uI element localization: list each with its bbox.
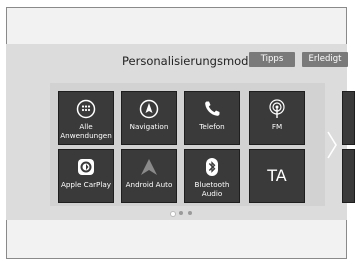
app-label: FM (271, 122, 283, 131)
app-label: Android Auto (125, 180, 173, 189)
app-label: Alle Anwendungen (60, 122, 112, 140)
app-tile-navigation[interactable]: Navigation (121, 91, 177, 145)
carplay-icon (76, 157, 96, 177)
phone-icon (202, 99, 222, 119)
app-tile-all-apps[interactable]: Alle Anwendungen (58, 91, 114, 145)
app-label: Apple CarPlay (60, 180, 112, 189)
radio-icon (267, 99, 287, 119)
next-page-tile (342, 149, 355, 203)
page-dot-active (170, 211, 176, 217)
app-label: Telefon (199, 122, 225, 131)
bluetooth-icon (202, 157, 222, 177)
chevron-right-icon[interactable] (326, 130, 338, 160)
all-apps-icon (76, 99, 96, 119)
android-auto-icon (139, 157, 159, 177)
app-tile-android-auto[interactable]: Android Auto (121, 149, 177, 203)
page-dot (188, 211, 192, 215)
app-tile-fm[interactable]: FM (249, 91, 305, 145)
app-tile-phone[interactable]: Telefon (184, 91, 240, 145)
page-dot (179, 211, 183, 215)
app-tile-ta[interactable]: TA (249, 149, 305, 203)
app-label: Bluetooth Audio (194, 180, 230, 198)
app-label: Navigation (129, 122, 169, 131)
done-button[interactable]: Erledigt (302, 52, 348, 67)
next-page-tile (342, 91, 355, 145)
app-tile-bluetooth-audio[interactable]: Bluetooth Audio (184, 149, 240, 203)
tips-button[interactable]: Tipps (249, 52, 295, 67)
page-title: Personalisierungsmodus (122, 54, 262, 68)
app-tile-apple-carplay[interactable]: Apple CarPlay (58, 149, 114, 203)
navigation-icon (139, 99, 159, 119)
ta-label: TA (267, 166, 287, 185)
